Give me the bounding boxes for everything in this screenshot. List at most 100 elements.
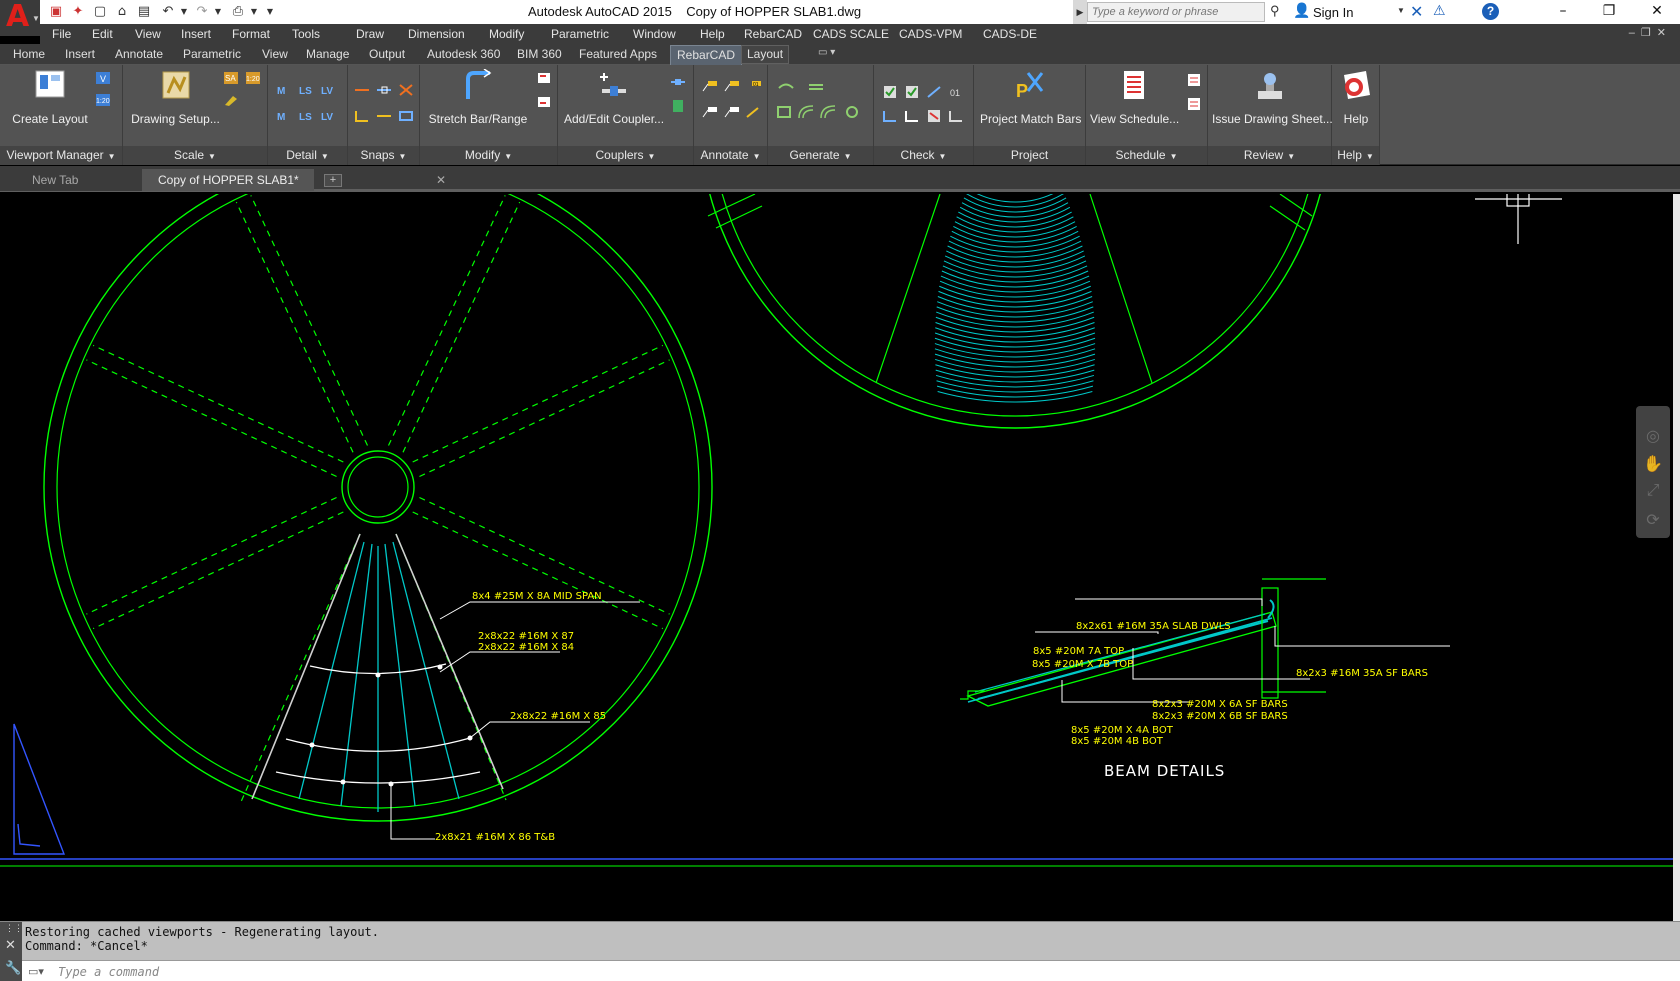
tab-rebarcad[interactable]: RebarCAD	[670, 45, 743, 65]
command-line-grip[interactable]: ⋮⋮ ✕ 🔧	[0, 922, 23, 981]
menu-edit[interactable]: Edit	[92, 27, 113, 41]
annotate-label-icon-2[interactable]	[724, 79, 740, 93]
snap-mid-icon[interactable]	[376, 83, 392, 97]
panel-title-schedule[interactable]: Schedule ▼	[1086, 146, 1207, 165]
panel-title-help[interactable]: Help ▼	[1332, 146, 1379, 165]
modify-bar-icon-2[interactable]	[536, 95, 552, 109]
rebarcad-help-button[interactable]: Help	[1334, 69, 1378, 126]
ribbon-minimize-icon[interactable]: ▭ ▾	[818, 47, 835, 58]
save-icon[interactable]: ▤	[134, 3, 154, 21]
binoculars-icon[interactable]: ⚲	[1270, 3, 1280, 19]
tab-home[interactable]: Home	[13, 47, 45, 61]
panel-title-check[interactable]: Check ▼	[874, 146, 973, 165]
drawing-canvas[interactable]: 8x4 #25M X 8A MID SPAN 2x8x22 #16M X 87 …	[0, 194, 1680, 921]
menu-draw[interactable]: Draw	[356, 27, 384, 41]
panel-title-generate[interactable]: Generate ▼	[768, 146, 873, 165]
panel-title-review[interactable]: Review ▼	[1208, 146, 1331, 165]
tab-featured-apps[interactable]: Featured Apps	[579, 47, 657, 61]
check-icon-5[interactable]	[882, 109, 898, 123]
viewport-scale-icon[interactable]: 1:20	[95, 93, 111, 107]
check-icon-4[interactable]: 01	[948, 85, 964, 99]
menu-cads-vpm[interactable]: CADS-VPM	[899, 27, 962, 41]
annotate-label-icon-1[interactable]	[702, 79, 718, 93]
zoom-extents-icon[interactable]: ⤢	[1643, 482, 1663, 502]
orbit-icon[interactable]: ⟳	[1643, 510, 1663, 530]
open-file-icon[interactable]: ⌂	[112, 3, 132, 21]
add-tab-button[interactable]: +	[324, 174, 342, 187]
detail-m-icon[interactable]: M	[276, 83, 292, 97]
generate-icon-2[interactable]	[808, 79, 824, 93]
panel-title-scale[interactable]: Scale ▼	[123, 146, 267, 165]
generate-icon-3[interactable]	[776, 105, 792, 119]
check-icon-3[interactable]	[926, 85, 942, 99]
annotate-label-icon-3[interactable]: 01	[746, 79, 762, 93]
detail-lv2-icon[interactable]: LV	[320, 109, 336, 123]
search-expand-icon[interactable]: ▶	[1073, 0, 1087, 24]
menu-cads-scale[interactable]: CADS SCALE	[813, 27, 889, 41]
panel-title-annotate[interactable]: Annotate ▼	[694, 146, 767, 165]
grip-dots-icon[interactable]: ⋮⋮	[5, 923, 23, 934]
exchange-apps-icon[interactable]: ✕	[1410, 2, 1423, 21]
scale-edit-icon[interactable]	[223, 93, 239, 107]
detail-lv-icon[interactable]: LV	[320, 83, 336, 97]
schedule-small-icon-2[interactable]	[1186, 97, 1202, 111]
panel-title-detail[interactable]: Detail ▼	[268, 146, 347, 165]
a360-icon[interactable]: ⚠	[1433, 2, 1446, 19]
menu-file[interactable]: File	[52, 27, 71, 41]
undo-dropdown-icon[interactable]: ▼	[174, 3, 194, 21]
sign-in-dropdown-icon[interactable]: ▼	[1397, 6, 1405, 15]
new-file-icon[interactable]: ▢	[90, 3, 110, 21]
tab-insert[interactable]: Insert	[65, 47, 95, 61]
panel-title-snaps[interactable]: Snaps ▼	[348, 146, 419, 165]
menu-window[interactable]: Window	[633, 27, 676, 41]
doc-tab-new[interactable]: New Tab	[0, 169, 142, 191]
menu-tools[interactable]: Tools	[292, 27, 320, 41]
app-store-icon[interactable]: ✦	[68, 3, 88, 21]
annotate-label-icon-6[interactable]	[746, 105, 762, 119]
detail-m2-icon[interactable]: M	[276, 109, 292, 123]
snap-tan-icon[interactable]	[398, 109, 414, 123]
snap-near-icon[interactable]	[376, 109, 392, 123]
check-icon-1[interactable]	[882, 85, 898, 99]
check-icon-2[interactable]	[904, 85, 920, 99]
modify-bar-icon-1[interactable]	[536, 71, 552, 85]
command-prompt-icon[interactable]: ▭▾	[28, 965, 44, 978]
tab-parametric[interactable]: Parametric	[183, 47, 241, 61]
check-icon-6[interactable]	[904, 109, 920, 123]
menu-format[interactable]: Format	[232, 27, 270, 41]
vertical-scrollbar[interactable]	[1673, 194, 1680, 921]
menu-view[interactable]: View	[135, 27, 161, 41]
menu-help[interactable]: Help	[700, 27, 725, 41]
menu-modify[interactable]: Modify	[489, 27, 524, 41]
menu-dimension[interactable]: Dimension	[408, 27, 465, 41]
scale-sa-icon[interactable]: SA	[223, 71, 239, 85]
menu-rebarcad[interactable]: RebarCAD	[744, 27, 802, 41]
scale-ratio-icon[interactable]: 1:20	[245, 71, 261, 85]
close-tab-icon[interactable]: ✕	[436, 169, 446, 191]
sign-in-link[interactable]: Sign In	[1313, 5, 1353, 20]
tab-manage[interactable]: Manage	[306, 47, 349, 61]
qat-customize-icon[interactable]: ▼	[260, 3, 280, 21]
workspace-icon[interactable]: ▣	[46, 3, 66, 21]
steering-wheel-icon[interactable]: ◎	[1643, 426, 1663, 446]
detail-ls2-icon[interactable]: LS	[298, 109, 314, 123]
check-icon-7[interactable]	[926, 109, 942, 123]
generate-icon-4[interactable]	[798, 105, 814, 119]
drawing-svg[interactable]: 8x4 #25M X 8A MID SPAN 2x8x22 #16M X 87 …	[0, 194, 1680, 921]
restore-button[interactable]: ❐	[1586, 0, 1632, 24]
command-input[interactable]: ▭▾ Type a command	[22, 960, 1680, 981]
pan-hand-icon[interactable]: ✋	[1643, 454, 1663, 474]
redo-dropdown-icon[interactable]: ▼	[208, 3, 228, 21]
help-icon[interactable]: ?	[1482, 3, 1499, 20]
panel-title-couplers[interactable]: Couplers ▼	[558, 146, 693, 165]
viewport-v-icon[interactable]: V	[95, 71, 111, 85]
annotate-label-icon-4[interactable]	[702, 105, 718, 119]
schedule-small-icon-1[interactable]	[1186, 73, 1202, 87]
menu-cads-de[interactable]: CADS-DE	[983, 27, 1037, 41]
check-icon-8[interactable]	[948, 109, 964, 123]
close-command-line-icon[interactable]: ✕	[5, 937, 16, 953]
snap-end-icon[interactable]	[354, 83, 370, 97]
generate-icon-5[interactable]	[820, 105, 836, 119]
detail-ls-icon[interactable]: LS	[298, 83, 314, 97]
view-schedule-button[interactable]: View Schedule...	[1090, 69, 1179, 126]
